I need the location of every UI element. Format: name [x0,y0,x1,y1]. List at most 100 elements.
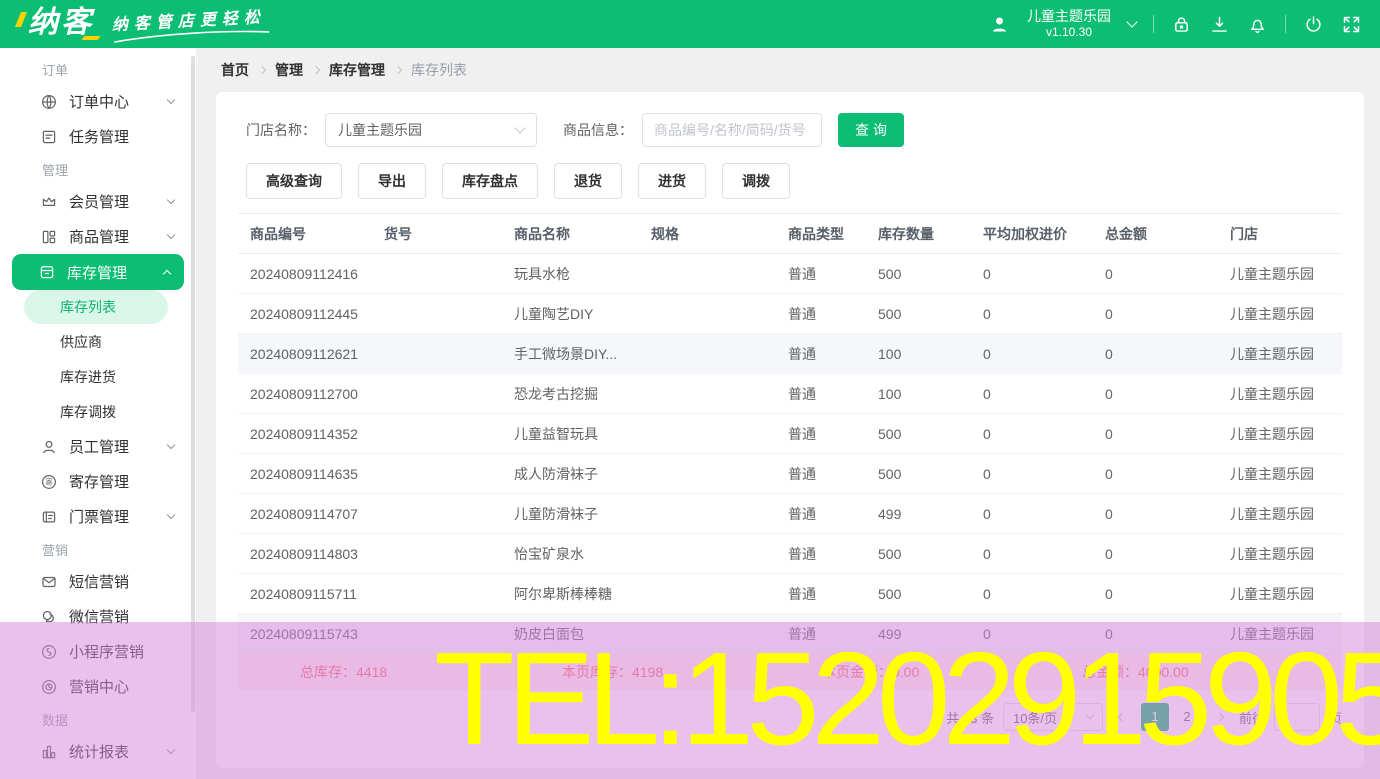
return-goods-button[interactable]: 退货 [554,163,622,199]
table-cell: 20240809114707 [250,506,384,522]
table-cell: 普通 [788,264,878,284]
column-header: 平均加权进价 [983,224,1105,244]
breadcrumb-item[interactable]: 库存管理 [329,60,385,80]
table-cell: 20240809114352 [250,426,384,442]
table-cell: 怡宝矿泉水 [514,544,651,564]
table-cell: 0 [1105,346,1230,362]
miniprogram-icon [40,643,58,661]
page-size-select[interactable]: 10条/页 [1003,703,1103,731]
purchase-button[interactable]: 进货 [638,163,706,199]
sidebar-subitem-inventory-transfer[interactable]: 库存调拨 [0,394,196,429]
table-cell: 0 [1105,426,1230,442]
table-row: 20240809114803怡宝矿泉水普通50000儿童主题乐园 [238,534,1342,574]
table-cell: 20240809115743 [250,626,384,642]
sidebar-item-label: 商品管理 [69,226,129,247]
table-cell: 20240809114635 [250,466,384,482]
table-cell: 普通 [788,504,878,524]
column-header: 商品名称 [514,224,651,244]
advanced-search-button[interactable]: 高级查询 [246,163,342,199]
sidebar-item-sms-marketing[interactable]: 短信营销 [0,564,196,599]
sidebar-group-label-marketing: 营销 [0,534,196,564]
column-header: 总金额 [1105,224,1230,244]
sidebar-item-ticket-manage[interactable]: 门票管理 [0,499,196,534]
table-row: 20240809112416玩具水枪普通50000儿童主题乐园 [238,254,1342,294]
table-cell: 100 [878,386,983,402]
table-cell: 500 [878,306,983,322]
sidebar-item-order-center[interactable]: 订单中心 [0,84,196,119]
sidebar-item-goods-manage[interactable]: 商品管理 [0,219,196,254]
page-jump-input[interactable] [1274,703,1320,731]
crown-icon [40,193,58,211]
tasks-icon [40,128,58,146]
inventory-table: 商品编号货号商品名称规格商品类型库存数量平均加权进价总金额门店 20240809… [238,213,1342,690]
sidebar-item-deposit-manage[interactable]: 寄寄存管理 [0,464,196,499]
table-cell: 儿童主题乐园 [1230,304,1342,324]
sidebar-item-inventory-manage[interactable]: 库存管理 [12,254,184,290]
sidebar-item-staff-manage[interactable]: 员工管理 [0,429,196,464]
table-cell: 0 [1105,466,1230,482]
breadcrumb-item[interactable]: 管理 [275,60,303,80]
table-cell: 成人防滑袜子 [514,464,651,484]
table-cell: 0 [983,346,1105,362]
column-header: 商品类型 [788,224,878,244]
sidebar-subitem-inventory-purchase[interactable]: 库存进货 [0,359,196,394]
sidebar-group-label-orders: 订单 [0,54,196,84]
fullscreen-icon[interactable] [1341,14,1362,35]
table-cell: 儿童主题乐园 [1230,544,1342,564]
main-content: 首页管理库存管理库存列表 门店名称： 儿童主题乐园 商品信息： 查 询 高级查询… [196,48,1380,779]
table-cell: 0 [983,306,1105,322]
sidebar-item-miniapp-marketing[interactable]: 小程序营销 [0,634,196,669]
stocktake-button[interactable]: 库存盘点 [442,163,538,199]
power-icon[interactable] [1303,14,1324,35]
table-cell: 0 [983,626,1105,642]
store-switcher[interactable]: 儿童主题乐园 v1.10.30 [1027,8,1111,41]
chevron-down-icon [1086,711,1094,719]
sidebar-item-wechat-marketing[interactable]: 微信营销 [0,599,196,634]
lock-icon[interactable] [1171,14,1192,35]
table-cell: 手工微场景DIY... [514,344,651,364]
sidebar: 订单订单中心任务管理管理会员管理商品管理库存管理库存列表供应商库存进货库存调拨员… [0,48,196,779]
divider [1153,15,1154,33]
bell-icon[interactable] [1247,14,1268,35]
page-size-value: 10条/页 [1013,708,1057,727]
store-filter-label: 门店名称： [246,120,316,140]
chevron-down-icon[interactable] [1126,16,1137,27]
target-icon [40,678,58,696]
sidebar-item-label: 短信营销 [69,571,129,592]
sidebar-item-member-manage[interactable]: 会员管理 [0,184,196,219]
sidebar-item-label: 会员管理 [69,191,129,212]
table-cell: 儿童主题乐园 [1230,384,1342,404]
sidebar-item-label: 员工管理 [69,436,129,457]
table-cell: 20240809112445 [250,306,384,322]
sidebar-item-label: 库存管理 [67,262,127,283]
filter-row: 门店名称： 儿童主题乐园 商品信息： 查 询 [238,113,1342,147]
sidebar-subitem-inventory-list[interactable]: 库存列表 [24,290,168,324]
breadcrumb-item[interactable]: 首页 [221,60,249,80]
page-number-1[interactable]: 1 [1141,703,1169,731]
download-icon[interactable] [1209,14,1230,35]
transfer-button[interactable]: 调拨 [722,163,790,199]
sidebar-item-label: 微信营销 [69,606,129,627]
product-search-input[interactable] [642,113,822,147]
sidebar-scrollbar[interactable] [191,56,195,712]
table-row: 20240809112445儿童陶艺DIY普通50000儿童主题乐园 [238,294,1342,334]
sidebar-item-stats-report[interactable]: 统计报表 [0,734,196,769]
chevron-down-icon [167,95,175,103]
prev-page-button[interactable] [1112,703,1132,731]
table-cell: 20240809115711 [250,586,384,602]
table-cell: 0 [983,586,1105,602]
globe-icon [40,93,58,111]
table-cell: 500 [878,266,983,282]
export-button[interactable]: 导出 [358,163,426,199]
sidebar-item-task-manage[interactable]: 任务管理 [0,119,196,154]
table-cell: 0 [983,386,1105,402]
table-cell: 普通 [788,544,878,564]
chevron-down-icon [514,122,525,133]
sidebar-subitem-supplier[interactable]: 供应商 [0,324,196,359]
next-page-button[interactable] [1210,703,1230,731]
page-number-2[interactable]: 2 [1173,703,1201,731]
sidebar-item-marketing-center[interactable]: 营销中心 [0,669,196,704]
table-cell: 恐龙考古挖掘 [514,384,651,404]
store-select[interactable]: 儿童主题乐园 [325,113,537,147]
search-button[interactable]: 查 询 [838,113,904,147]
